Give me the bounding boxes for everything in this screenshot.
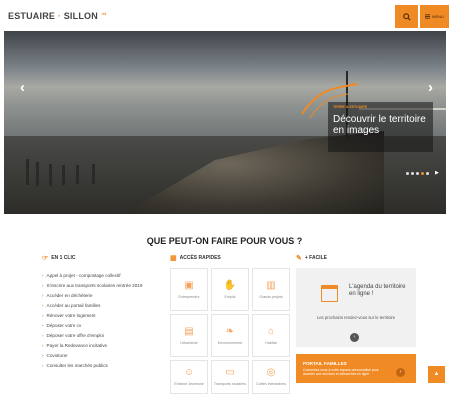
carousel-dot[interactable]	[411, 172, 414, 175]
one-click-link[interactable]: › Accéder en déchèterie	[42, 291, 142, 301]
carousel-dot[interactable]	[416, 172, 419, 175]
chevron-right-icon: ›	[42, 363, 44, 368]
logo-word-2: SILLON	[63, 11, 98, 21]
chevron-right-icon: ›	[42, 343, 44, 348]
carousel-next-button[interactable]: ›	[428, 79, 433, 96]
carousel-play-button[interactable]: ▶	[435, 170, 439, 176]
pen-icon: ✎	[296, 255, 302, 262]
portail-go-button[interactable]: ›	[396, 368, 405, 377]
chevron-right-icon: ›	[42, 333, 44, 338]
logo-suffix: 44	[101, 11, 107, 16]
one-click-link[interactable]: › Accéder au portail familles	[42, 301, 142, 311]
site-header: ESTUAIRE · SILLON 44 MENU	[0, 0, 449, 30]
grid-icon: ▦	[170, 255, 177, 262]
quick-access-tile[interactable]: ☺ Enfance Jeunesse	[170, 360, 208, 394]
tile-label: Entreprendre	[178, 294, 200, 299]
quick-access-tiles: ▣ Entreprendre ✋ Emploi ▥ Grands projets ▤ Urba…	[170, 268, 290, 394]
menu-label: MENU	[432, 14, 444, 19]
city-icon: ▤	[184, 325, 194, 337]
link-label: Déposer votre offre d'emploi	[46, 333, 105, 338]
bus-icon: ▭	[225, 367, 235, 378]
chevron-right-icon: ›	[42, 283, 44, 288]
link-label: Appel à projet - compostage collectif	[46, 273, 121, 278]
calendar-icon	[321, 285, 338, 302]
tile-label: Environnement	[217, 340, 243, 345]
quick-access-tile[interactable]: ◎ Cartes interactives	[252, 360, 290, 394]
cursor-icon: ☞	[42, 255, 49, 262]
link-label: Rénover votre logement	[46, 313, 96, 318]
portail-title[interactable]: PORTAIL FAMILLES	[303, 361, 347, 366]
quick-access-tile[interactable]: ▤ Urbanisme	[170, 314, 208, 357]
one-click-link[interactable]: › Rénover votre logement	[42, 311, 142, 321]
search-button[interactable]	[395, 5, 418, 28]
chevron-right-icon: ›	[42, 273, 44, 278]
chevron-right-icon: ›	[42, 353, 44, 358]
quick-access-tile[interactable]: ▭ Transports scolaires	[211, 360, 249, 394]
quick-access-tile[interactable]: ✋ Emploi	[211, 268, 249, 311]
link-label: Consulter les marchés publics	[46, 363, 108, 368]
carousel-dot[interactable]	[426, 172, 429, 175]
agenda-subtitle: Les prochains rendez-vous sur le territo…	[316, 315, 396, 320]
one-click-heading: ☞ EN 1 CLIC	[42, 255, 76, 262]
carousel-dot[interactable]	[406, 172, 409, 175]
tile-label: Urbanisme	[180, 340, 198, 345]
carousel-prev-button[interactable]: ‹	[20, 79, 25, 96]
briefcase-icon: ▣	[184, 279, 194, 291]
one-click-link[interactable]: › Appel à projet - compostage collectif	[42, 271, 142, 281]
quick-access-tile[interactable]: ▣ Entreprendre	[170, 268, 208, 311]
link-label: S'inscrire aux transports scolaires rent…	[46, 283, 143, 288]
leaf-icon: ❧	[225, 325, 235, 337]
carousel-dots[interactable]	[406, 172, 429, 175]
one-click-link[interactable]: › Déposer votre offre d'emploi	[42, 331, 142, 341]
one-click-link[interactable]: › Déposer votre cv	[42, 321, 142, 331]
link-label: Payer la Redevance incitative	[46, 343, 108, 348]
hero-title[interactable]: Découvrir le territoire en images	[333, 114, 433, 136]
search-icon	[402, 12, 411, 21]
menu-button[interactable]: MENU	[420, 5, 449, 28]
hamburger-icon	[425, 14, 431, 19]
back-to-top-button[interactable]: ▲	[428, 366, 445, 383]
agenda-go-button[interactable]: ›	[350, 333, 359, 342]
logo-word-1: ESTUAIRE	[8, 11, 56, 21]
carousel-dot[interactable]	[421, 172, 424, 175]
link-label: Covoiturer	[46, 353, 68, 358]
one-click-link[interactable]: › Consulter les marchés publics	[42, 361, 142, 371]
chevron-right-icon: ›	[42, 323, 44, 328]
quick-access-heading: ▦ ACCÈS RAPIDES	[170, 255, 221, 262]
quick-access-tile[interactable]: ▥ Grands projets	[252, 268, 290, 311]
facile-heading: ✎ + FACILE	[296, 255, 327, 262]
handshake-icon: ✋	[223, 279, 237, 291]
tile-label: Grands projets	[259, 294, 283, 299]
quick-access-tile[interactable]: ❧ Environnement	[211, 314, 249, 357]
site-logo[interactable]: ESTUAIRE · SILLON 44	[8, 11, 106, 21]
agenda-title[interactable]: L'agenda du territoire en ligne !	[349, 284, 409, 298]
chevron-right-icon: ›	[42, 303, 44, 308]
hero-sky	[4, 31, 446, 93]
house-icon: ⌂	[267, 325, 275, 337]
chevron-right-icon: ›	[42, 313, 44, 318]
building-icon: ▥	[266, 279, 276, 291]
hero-kicker: TERRE & ESTUAIRE	[333, 105, 368, 109]
link-label: Accéder au portail familles	[46, 303, 101, 308]
one-click-link[interactable]: › Covoiturer	[42, 351, 142, 361]
portail-text: Connectez-vous à votre espace personnali…	[303, 368, 379, 376]
one-click-link[interactable]: › Payer la Redevance incitative	[42, 341, 142, 351]
one-click-link[interactable]: › S'inscrire aux transports scolaires ren…	[42, 281, 142, 291]
chevron-right-icon: ›	[42, 293, 44, 298]
tile-label: Habitat	[265, 340, 277, 345]
link-label: Déposer votre cv	[46, 323, 82, 328]
quick-access-tile[interactable]: ⌂ Habitat	[252, 314, 290, 357]
one-click-links: › Appel à projet - compostage collectif › S…	[42, 271, 142, 371]
link-label: Accéder en déchèterie	[46, 293, 93, 298]
map-icon: ◎	[266, 367, 276, 378]
tile-label: Emploi	[224, 294, 236, 299]
child-icon: ☺	[183, 367, 195, 378]
section-title: QUE PEUT-ON FAIRE POUR VOUS ?	[146, 236, 303, 246]
